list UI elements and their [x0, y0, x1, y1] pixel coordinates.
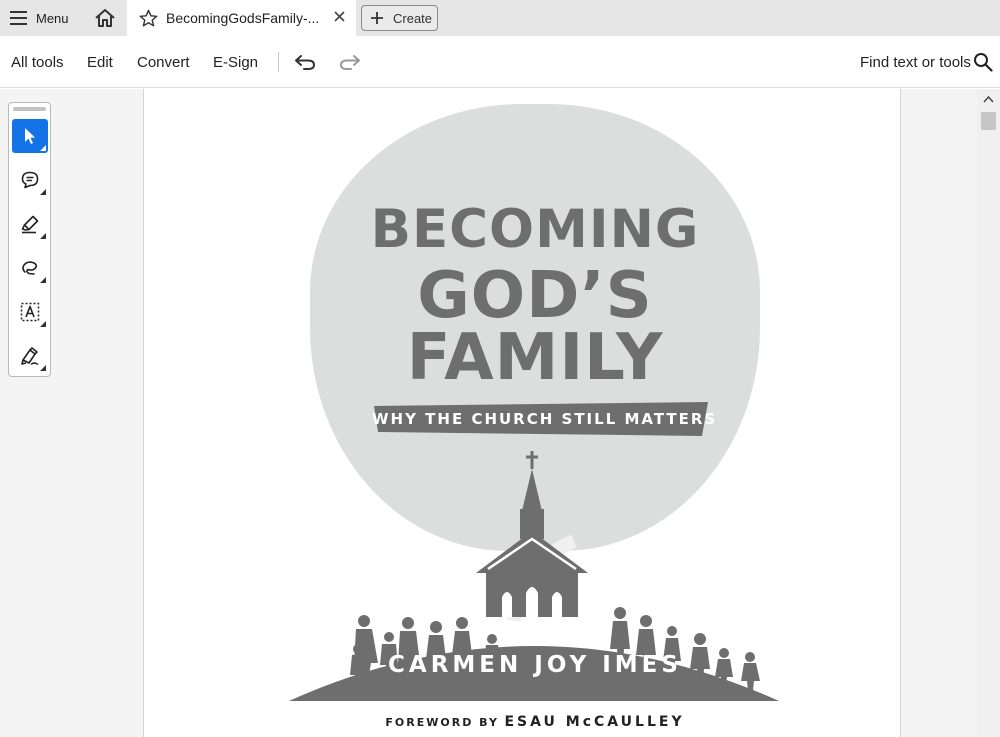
create-button[interactable]: Create — [361, 5, 438, 31]
comment-icon — [21, 171, 39, 189]
cover-subtitle: WHY THE CHURCH STILL MATTERS — [372, 410, 718, 428]
create-label: Create — [393, 11, 433, 26]
tool-options-indicator — [40, 189, 46, 195]
tool-options-indicator — [40, 277, 46, 283]
foreword-prefix: FOREWORD BY — [385, 716, 499, 729]
edit-button[interactable]: Edit — [87, 54, 113, 71]
find-text-or-tools[interactable]: Find text or tools — [860, 54, 971, 71]
tool-options-indicator — [40, 321, 46, 327]
quick-tools-rail — [8, 102, 51, 377]
document-page: BECOMING GOD’S FAMILY WHY THE CHURCH STI… — [143, 89, 901, 737]
vertical-scrollbar[interactable] — [977, 89, 1000, 737]
tool-options-indicator — [40, 365, 46, 371]
home-icon[interactable] — [94, 8, 116, 28]
highlighter-icon — [21, 215, 39, 234]
draw-tool[interactable] — [12, 251, 48, 285]
tab-title: BecomingGodsFamily-... — [166, 10, 320, 26]
star-icon[interactable] — [139, 9, 158, 28]
esign-button[interactable]: E-Sign — [213, 54, 258, 71]
tool-options-indicator — [40, 145, 46, 151]
search-icon[interactable] — [973, 52, 993, 72]
redo-icon[interactable] — [339, 53, 361, 71]
menu-label: Menu — [36, 10, 69, 26]
text-box-icon — [20, 302, 40, 322]
tab-bar: Menu BecomingGodsFamily-... Create — [0, 0, 1000, 36]
plus-icon — [371, 12, 383, 24]
comment-tool[interactable] — [12, 163, 48, 197]
all-tools-button[interactable]: All tools — [11, 54, 64, 71]
document-tab[interactable]: BecomingGodsFamily-... — [127, 0, 356, 36]
hamburger-icon — [10, 11, 27, 25]
cursor-icon — [25, 128, 35, 144]
scrollbar-thumb[interactable] — [981, 112, 996, 130]
main-toolbar: All tools Edit Convert E-Sign Find text … — [0, 36, 1000, 88]
undo-icon[interactable] — [294, 53, 316, 71]
pen-sign-icon — [21, 347, 39, 366]
sign-tool[interactable] — [12, 339, 48, 373]
text-select-tool[interactable] — [12, 295, 48, 329]
select-tool[interactable] — [12, 119, 48, 153]
rail-drag-handle[interactable] — [13, 107, 46, 111]
freehand-icon — [22, 261, 38, 275]
toolbar-divider — [278, 52, 279, 72]
cover-foreword: FOREWORD BY ESAU McCAULLEY — [290, 711, 780, 730]
scroll-up-icon[interactable] — [983, 95, 994, 103]
menu-button[interactable]: Menu — [10, 7, 69, 29]
right-pane — [901, 89, 977, 737]
cover-title-line1: BECOMING — [370, 199, 700, 260]
highlight-tool[interactable] — [12, 207, 48, 241]
cover-title-line3: FAMILY — [406, 321, 664, 395]
cover-author: CARMEN JOY IMES — [388, 652, 682, 678]
tool-options-indicator — [40, 233, 46, 239]
foreword-name: ESAU McCAULLEY — [504, 714, 685, 730]
close-icon[interactable] — [333, 10, 346, 23]
convert-button[interactable]: Convert — [137, 54, 190, 71]
